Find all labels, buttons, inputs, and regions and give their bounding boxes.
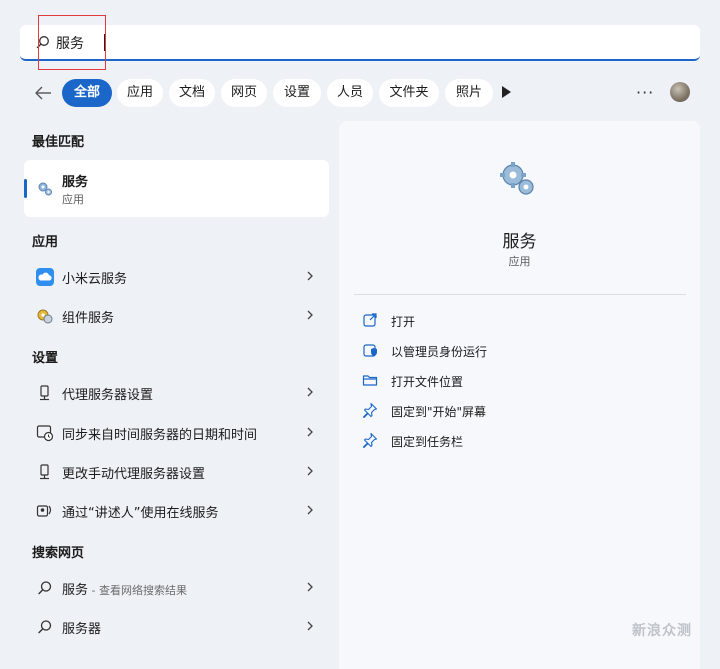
list-item-label: 服务 - 查看网络搜索结果 (62, 583, 187, 598)
list-item-label: 代理服务器设置 (62, 388, 154, 403)
web-result-hint: - 查看网络搜索结果 (88, 584, 187, 597)
filter-chip-people[interactable]: 人员 (327, 79, 373, 107)
list-item-narrator-online[interactable]: 通过“讲述人”使用在线服务 (28, 494, 328, 528)
action-label: 打开 (391, 315, 416, 329)
section-heading-best-match: 最佳匹配 (32, 135, 85, 150)
filter-chip-settings[interactable]: 设置 (273, 79, 321, 107)
list-item-label: 同步来自时间服务器的日期和时间 (62, 428, 258, 443)
list-item-web-search[interactable]: 服务器 (28, 610, 328, 644)
detail-panel (339, 121, 700, 669)
scroll-right-icon[interactable] (500, 85, 512, 99)
annotation-highlight-box (38, 15, 106, 70)
services-gear-icon (38, 182, 52, 196)
proxy-icon (40, 385, 49, 401)
filter-chip-web[interactable]: 网页 (221, 79, 267, 107)
watermark: 新浪众测 (632, 623, 692, 639)
chevron-right-icon (307, 582, 313, 592)
back-arrow-icon[interactable] (32, 82, 54, 104)
folder-icon (362, 375, 378, 386)
list-item-web-search[interactable]: 服务 - 查看网络搜索结果 (28, 571, 328, 605)
best-match-subtitle: 应用 (62, 193, 84, 206)
component-services-icon (37, 309, 53, 324)
services-gear-icon (500, 162, 534, 195)
list-item-label: 服务器 (62, 622, 102, 637)
list-item-label: 通过“讲述人”使用在线服务 (62, 506, 219, 521)
best-match-title: 服务 (62, 175, 89, 190)
narrator-icon (36, 505, 52, 517)
list-item-component-services[interactable]: 组件服务 (28, 299, 328, 333)
section-heading-settings: 设置 (32, 351, 59, 366)
admin-shield-icon (363, 344, 377, 357)
filter-chip-apps[interactable]: 应用 (117, 79, 163, 107)
chevron-right-icon (307, 505, 313, 515)
filter-chip-folders[interactable]: 文件夹 (379, 79, 439, 107)
more-options-button[interactable]: ··· (636, 83, 654, 102)
action-label: 以管理员身份运行 (391, 345, 488, 359)
list-item-xiaomi-cloud[interactable]: 小米云服务 (28, 260, 328, 294)
chevron-right-icon (307, 387, 313, 397)
best-match-item[interactable]: 服务 应用 (24, 160, 329, 217)
chevron-right-icon (307, 427, 313, 437)
chevron-right-icon (307, 310, 313, 320)
detail-subtitle: 应用 (508, 255, 531, 268)
action-label: 固定到任务栏 (391, 435, 464, 449)
list-item-proxy-settings[interactable]: 代理服务器设置 (28, 376, 328, 410)
avatar[interactable] (670, 82, 690, 102)
filter-chip-photos[interactable]: 照片 (445, 79, 493, 107)
search-icon (38, 620, 52, 634)
chevron-right-icon (307, 271, 313, 281)
list-item-manual-proxy[interactable]: 更改手动代理服务器设置 (28, 455, 328, 489)
chevron-right-icon (307, 466, 313, 476)
section-heading-web: 搜索网页 (32, 546, 85, 561)
divider (354, 294, 686, 295)
open-external-icon (363, 313, 377, 327)
xiaomi-cloud-icon (36, 268, 54, 286)
filter-chip-all[interactable]: 全部 (62, 79, 112, 107)
search-box[interactable]: 服务 (20, 25, 700, 61)
clock-sync-icon (36, 425, 54, 442)
search-icon (38, 581, 52, 595)
list-item-time-sync[interactable]: 同步来自时间服务器的日期和时间 (28, 416, 328, 450)
action-label: 固定到"开始"屏幕 (391, 405, 487, 419)
section-heading-apps: 应用 (32, 235, 59, 250)
selection-indicator (24, 179, 27, 198)
list-item-label: 组件服务 (62, 311, 115, 326)
proxy-icon (40, 464, 49, 480)
action-label: 打开文件位置 (391, 375, 464, 389)
filter-chip-documents[interactable]: 文档 (169, 79, 215, 107)
pin-icon (362, 402, 378, 418)
pin-icon (362, 432, 378, 448)
list-item-label: 更改手动代理服务器设置 (62, 467, 206, 482)
chevron-right-icon (307, 621, 313, 631)
list-item-label: 小米云服务 (62, 272, 128, 287)
detail-title: 服务 (502, 232, 537, 252)
